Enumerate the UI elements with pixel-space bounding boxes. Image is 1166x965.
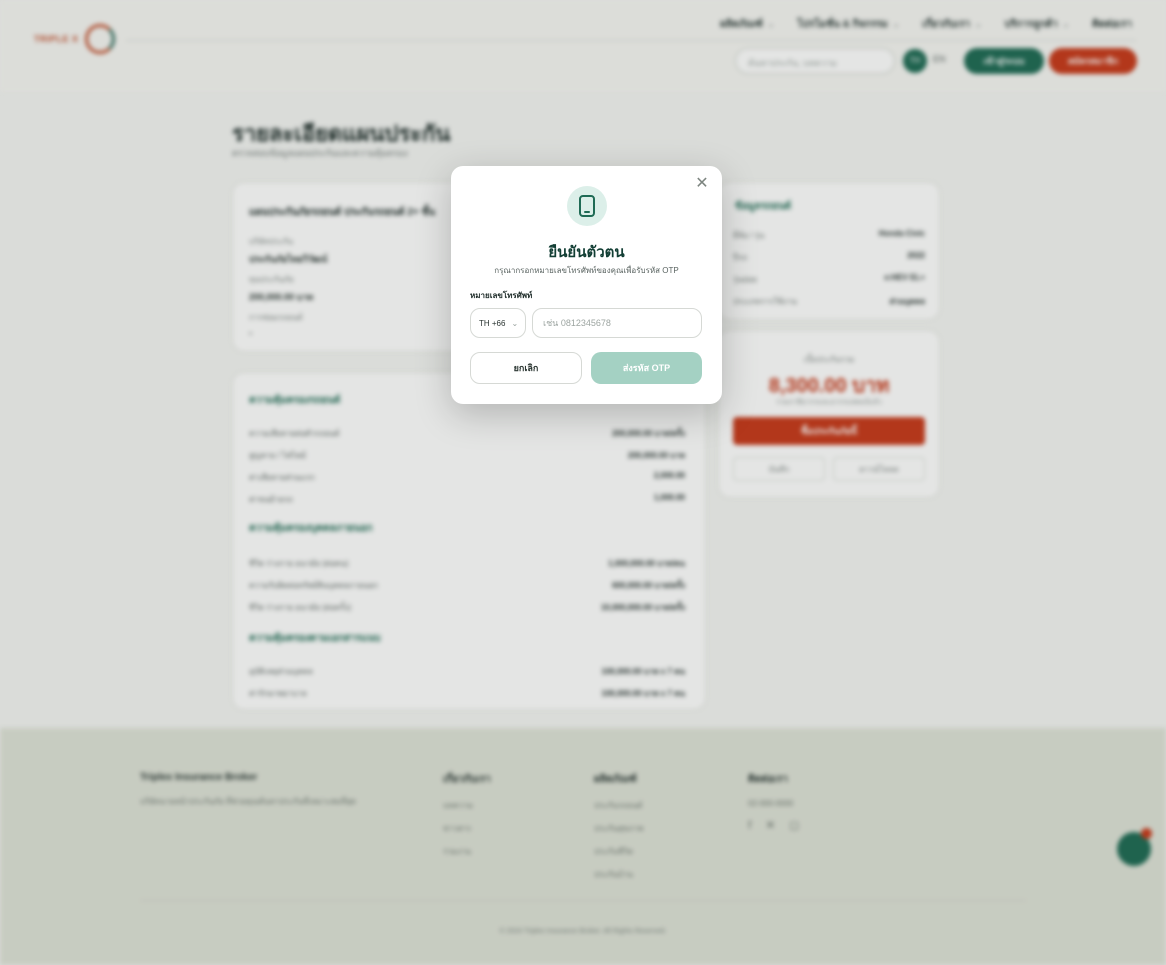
modal-backdrop[interactable]	[0, 0, 1166, 965]
country-code-select[interactable]: TH +66 ⌄	[470, 308, 526, 338]
chevron-down-icon: ⌄	[511, 318, 519, 328]
phone-icon	[567, 186, 607, 226]
send-otp-button[interactable]: ส่งรหัส OTP	[591, 352, 702, 384]
phone-number-input[interactable]	[532, 308, 702, 338]
modal-subtitle: กรุณากรอกหมายเลขโทรศัพท์ของคุณเพื่อรับรห…	[494, 266, 679, 275]
otp-verification-modal: ✕ ยืนยันตัวตน กรุณากรอกหมายเลขโทรศัพท์ขอ…	[451, 166, 722, 404]
close-icon[interactable]: ✕	[692, 174, 712, 194]
phone-label: หมายเลขโทรศัพท์	[470, 291, 533, 300]
cancel-button[interactable]: ยกเลิก	[470, 352, 582, 384]
modal-title: ยืนยันตัวตน	[548, 244, 625, 261]
country-code-value: TH +66	[479, 318, 506, 328]
